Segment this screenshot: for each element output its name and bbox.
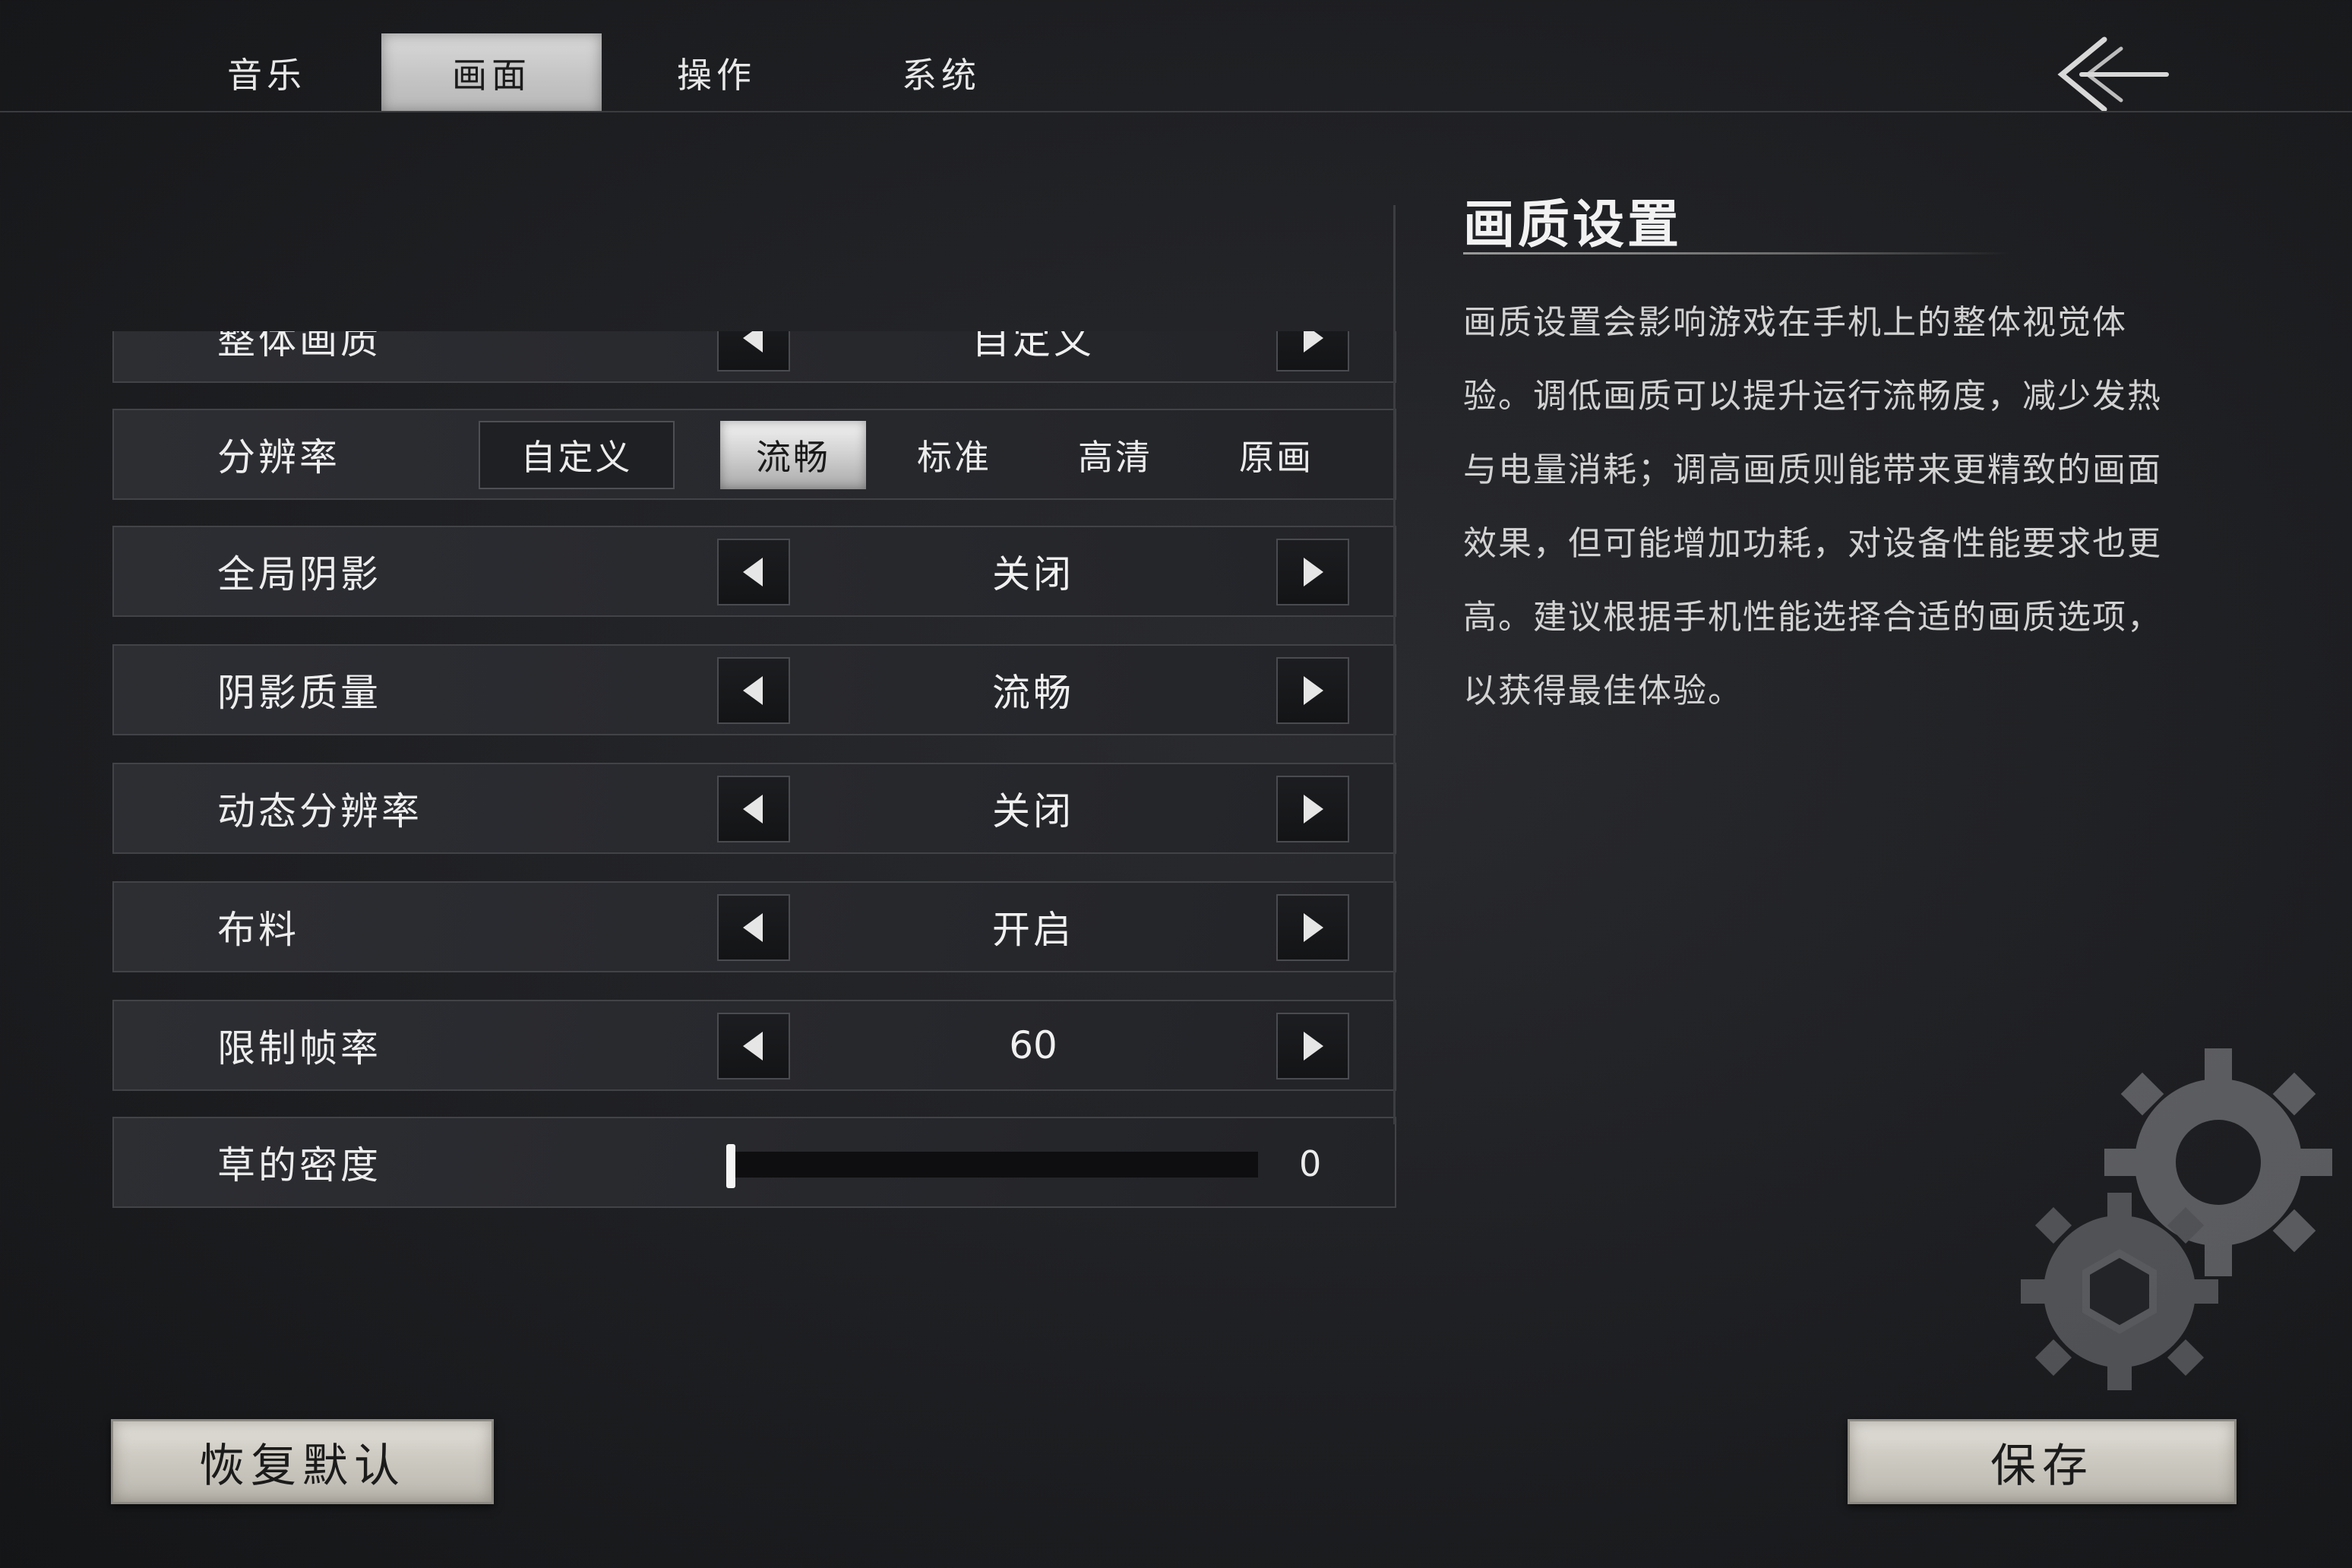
next-option-button[interactable] [1276,539,1349,605]
prev-option-button[interactable] [717,657,790,724]
setting-row-cloth: 布料 开启 [112,881,1396,972]
prev-option-button[interactable] [717,1013,790,1080]
tab-divider [0,111,2352,112]
back-arrow-icon [2057,36,2169,112]
tab-graphics[interactable]: 画面 [381,33,602,112]
arrow-right-icon [1304,795,1323,824]
setting-label: 分辨率 [217,435,340,479]
arrow-left-icon [743,795,763,824]
arrow-right-icon [1304,676,1323,705]
settings-list: 分辨率 自定义 流畅 标准 高清 原画 全局阴影 关闭 阴影质量 流畅 动态分辨… [112,331,1398,1212]
prev-option-button[interactable] [717,539,790,605]
next-option-button[interactable] [1276,1013,1349,1080]
arrow-right-icon [1304,558,1323,586]
tab-system[interactable]: 系统 [831,33,1051,112]
restore-defaults-button[interactable]: 恢复默认 [111,1419,494,1504]
resolution-custom-option[interactable]: 自定义 [479,421,675,489]
save-button[interactable]: 保存 [1848,1419,2237,1504]
panel-divider [1393,205,1396,1124]
info-title: 画质设置 [1463,194,1683,255]
setting-row-grass-density: 草的密度 0 [112,1117,1396,1208]
arrow-left-icon [743,676,763,705]
setting-row-frame-rate: 限制帧率 60 [112,1000,1396,1091]
tab-controls[interactable]: 操作 [606,33,827,112]
next-option-button[interactable] [1276,894,1349,961]
gear-icon [2021,1048,2332,1390]
grass-density-slider-track[interactable] [726,1152,1258,1178]
resolution-option-smooth[interactable]: 流畅 [720,421,866,489]
setting-row-shadow-quality: 阴影质量 流畅 [112,644,1396,735]
setting-label: 阴影质量 [217,671,381,715]
prev-option-button[interactable] [717,776,790,842]
arrow-left-icon [743,913,763,942]
setting-row-dynamic-resolution: 动态分辨率 关闭 [112,763,1396,854]
prev-option-button[interactable] [717,894,790,961]
arrow-right-icon [1304,913,1323,942]
info-description: 画质设置会影响游戏在手机上的整体视觉体验。调低画质可以提升运行流畅度，减少发热与… [1463,303,2162,710]
back-button[interactable] [2051,29,2173,120]
setting-row-resolution: 分辨率 自定义 流畅 标准 高清 原画 [112,409,1396,500]
setting-label: 限制帧率 [217,1026,381,1070]
setting-label: 全局阴影 [217,552,381,596]
info-title-underline [1463,252,2010,254]
grass-density-value: 0 [1299,1143,1322,1184]
resolution-option-standard[interactable]: 标准 [881,421,1027,489]
setting-label: 布料 [217,908,299,952]
setting-label: 动态分辨率 [217,789,422,833]
resolution-option-original[interactable]: 原画 [1203,421,1349,489]
tab-music[interactable]: 音乐 [156,33,377,112]
next-option-button[interactable] [1276,776,1349,842]
setting-row-global-shadow: 全局阴影 关闭 [112,526,1396,617]
resolution-option-hd[interactable]: 高清 [1042,421,1188,489]
setting-value: 关闭 [992,789,1074,833]
setting-value: 60 [1009,1023,1057,1067]
grass-density-slider-handle[interactable] [726,1144,735,1188]
setting-value: 开启 [992,908,1074,952]
setting-label: 草的密度 [217,1143,381,1187]
setting-value: 关闭 [992,552,1074,596]
setting-value: 流畅 [992,671,1074,715]
top-tab-bar: 音乐 画面 操作 系统 [0,0,2352,112]
arrow-left-icon [743,558,763,586]
arrow-left-icon [743,1032,763,1061]
arrow-right-icon [1304,1032,1323,1061]
next-option-button[interactable] [1276,657,1349,724]
